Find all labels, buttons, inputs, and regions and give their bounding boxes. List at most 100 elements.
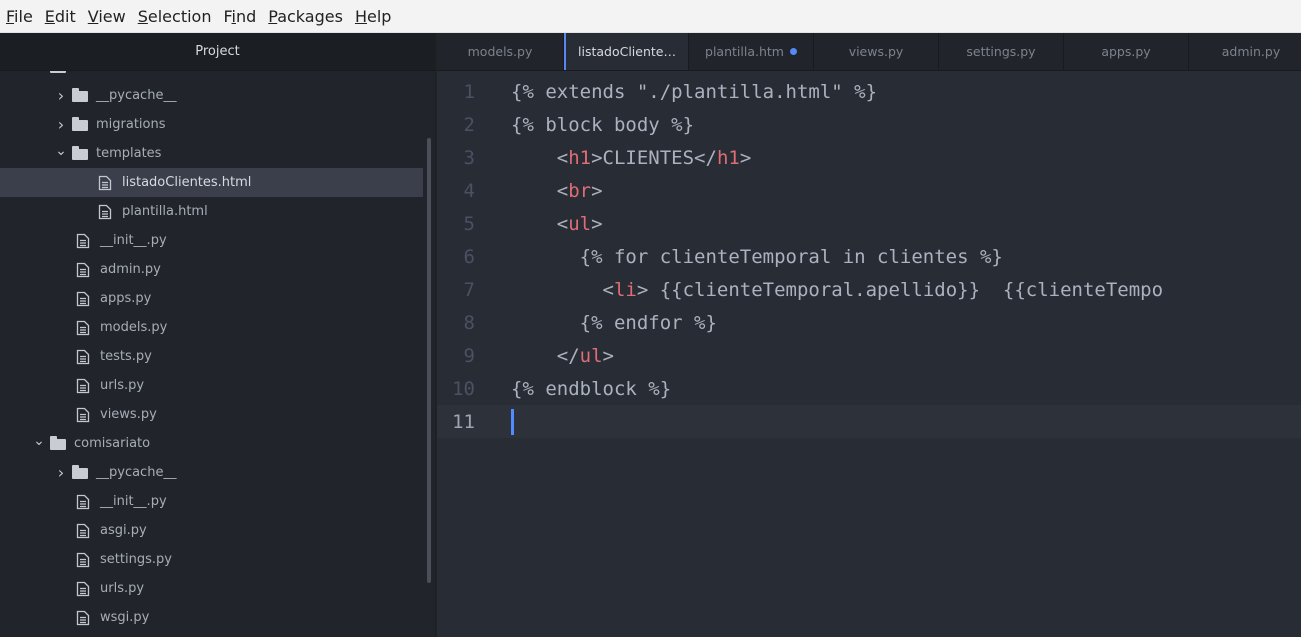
folder-shape [50, 435, 66, 450]
tree-item-label: admin.py [100, 262, 161, 277]
tab-apps-py[interactable]: apps.py [1064, 33, 1189, 70]
code-text: {% endblock %} [499, 378, 671, 400]
tree-folder-pycache[interactable]: › __pycache__ [0, 81, 423, 110]
tree-file-asgi-py[interactable]: asgi.py [0, 516, 423, 545]
code-line[interactable]: 6 {% for clienteTemporal in clientes %} [437, 240, 1301, 273]
folder-icon [50, 435, 66, 452]
tree-folder-facturacion[interactable]: ⌄ Facturacion [0, 71, 423, 81]
chevron-right-icon[interactable]: › [54, 115, 68, 134]
tab-settings-py[interactable]: settings.py [939, 33, 1064, 70]
chevron-down-icon[interactable]: ⌄ [32, 433, 46, 449]
tab-label: views.py [848, 44, 904, 59]
tab-label: settings.py [966, 44, 1036, 59]
tree-file-init-py[interactable]: __init__.py [0, 487, 423, 516]
code-line[interactable]: 9 </ul> [437, 339, 1301, 372]
tree-file-init-py[interactable]: __init__.py [0, 226, 423, 255]
code-line[interactable]: 5 <ul> [437, 207, 1301, 240]
menu-help[interactable]: Help [353, 7, 393, 26]
code-token: {% for clienteTemporal in clientes %} [511, 245, 1003, 268]
tree-file-views-py[interactable]: views.py [0, 400, 423, 429]
menu-file[interactable]: File [4, 7, 35, 26]
menu-packages[interactable]: Packages [266, 7, 345, 26]
code-text: {% for clienteTemporal in clientes %} [499, 246, 1003, 268]
menu-label-rest: nd [235, 6, 257, 26]
menu-mnemonic: S [137, 6, 148, 26]
chevron-right-icon[interactable]: › [54, 463, 68, 482]
code-token: > [591, 179, 603, 202]
tree-file-tests-py[interactable]: tests.py [0, 342, 423, 371]
tree-file-apps-py[interactable]: apps.py [0, 284, 423, 313]
folder-shape [72, 87, 88, 102]
menu-mnemonic: H [354, 6, 367, 26]
chevron-down-icon[interactable]: ⌄ [54, 143, 68, 159]
tree-file-listadoclientes-html[interactable]: listadoClientes.html [0, 168, 423, 197]
code-token: {% endblock %} [511, 377, 672, 400]
tree-item-label: views.py [100, 407, 157, 422]
chevron-down-icon[interactable]: ⌄ [32, 71, 46, 72]
line-number: 8 [463, 311, 475, 334]
tree-item-label: urls.py [100, 378, 145, 393]
code-token: > [739, 146, 752, 169]
tree-item-label: models.py [100, 320, 168, 335]
tab-label: listadoCliente… [578, 44, 676, 59]
code-line[interactable]: 2 {% block body %} [437, 108, 1301, 141]
folder-icon [72, 116, 88, 133]
code-token: > [591, 212, 603, 235]
line-number: 9 [463, 344, 475, 367]
code-line[interactable]: 7 <li> {{clienteTemporal.apellido}} {{cl… [437, 273, 1301, 306]
code-line[interactable]: 1 {% extends "./plantilla.html" %} [437, 75, 1301, 108]
tree-file-urls-py[interactable]: urls.py [0, 371, 423, 400]
sidebar-title[interactable]: Project [0, 33, 435, 71]
code-line[interactable]: 10 {% endblock %} [437, 372, 1301, 405]
line-number: 1 [463, 80, 475, 103]
file-text-icon [76, 407, 92, 423]
file-text-icon [98, 175, 114, 191]
line-number: 11 [452, 410, 475, 433]
code-line[interactable]: 4 <br> [437, 174, 1301, 207]
text-cursor [511, 408, 514, 435]
code-area[interactable]: 1 {% extends "./plantilla.html" %} 2 {% blo… [437, 71, 1301, 637]
tree-file-plantilla-html[interactable]: plantilla.html [0, 197, 423, 226]
code-line[interactable]: 3 <h1>CLIENTES</h1> [437, 141, 1301, 174]
menu-view[interactable]: View [86, 7, 128, 26]
tree-file-settings-py[interactable]: settings.py [0, 545, 423, 574]
tree-folder-templates[interactable]: ⌄ templates [0, 139, 423, 168]
menu-bar: File Edit View Selection Find Packages Help [0, 0, 1301, 33]
atom-workspace: Project ⌄ Facturacion › __pycache__ › migrati… [0, 33, 1301, 637]
tree-file-urls-py[interactable]: urls.py [0, 574, 423, 603]
html-tag-name: br [568, 179, 592, 202]
code-text: <h1>CLIENTES</h1> [499, 146, 752, 169]
tree-item-label: asgi.py [100, 523, 147, 538]
tab-label: models.py [467, 44, 533, 59]
code-text: <ul> [499, 213, 603, 235]
tree-file-models-py[interactable]: models.py [0, 313, 423, 342]
code-token: {% extends "./plantilla.html" %} [511, 80, 878, 103]
folder-icon [72, 464, 88, 481]
file-text-icon [76, 233, 92, 249]
chevron-right-icon[interactable]: › [54, 86, 68, 105]
menu-label-rest: ackages [277, 6, 343, 26]
sidebar-scrollbar[interactable] [427, 138, 431, 583]
tree-folder-comisariato[interactable]: ⌄ comisariato [0, 429, 423, 458]
tree-file-wsgi-py[interactable]: wsgi.py [0, 603, 423, 632]
menu-edit[interactable]: Edit [43, 7, 78, 26]
tab-listadocliente[interactable]: listadoCliente… [564, 33, 689, 70]
code-line[interactable]: 8 {% endfor %} [437, 306, 1301, 339]
tree-item-label: listadoClientes.html [122, 175, 252, 190]
html-tag-name: ul [579, 344, 603, 367]
folder-icon [50, 71, 66, 75]
tab-views-py[interactable]: views.py [814, 33, 939, 70]
tree-file-admin-py[interactable]: admin.py [0, 255, 423, 284]
menu-selection[interactable]: Selection [136, 7, 214, 26]
tab-models-py[interactable]: models.py [437, 33, 564, 70]
file-text-icon [76, 552, 92, 568]
tree-item-label: __pycache__ [96, 88, 177, 103]
tree-folder-pycache[interactable]: › __pycache__ [0, 458, 423, 487]
tab-plantilla-htm[interactable]: plantilla.htm [689, 33, 814, 70]
tree-item-label: tests.py [100, 349, 152, 364]
tree-folder-migrations[interactable]: › migrations [0, 110, 423, 139]
menu-find[interactable]: Find [221, 7, 258, 26]
code-line[interactable]: 11 [437, 405, 1301, 438]
file-text-icon [76, 291, 92, 307]
tab-admin-py[interactable]: admin.py [1189, 33, 1301, 70]
